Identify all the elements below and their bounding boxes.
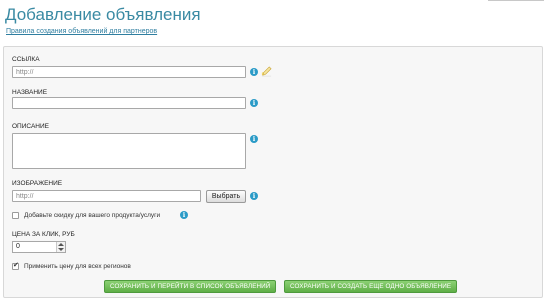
stepper-buttons bbox=[56, 242, 65, 252]
all-regions-label: Применить цену для всех регионов bbox=[24, 263, 131, 270]
choose-image-button[interactable]: Выбрать bbox=[206, 190, 246, 203]
decrement-icon[interactable] bbox=[58, 248, 64, 251]
image-info-icon[interactable]: i bbox=[250, 192, 258, 200]
save-and-create-button[interactable]: СОХРАНИТЬ И СОЗДАТЬ ЕЩЕ ОДНО ОБЪЯВЛЕНИЕ bbox=[284, 280, 458, 293]
image-url-input[interactable] bbox=[12, 190, 201, 202]
price-label: ЦЕНА ЗА КЛИК, РУБ bbox=[12, 231, 75, 238]
image-label: ИЗОБРАЖЕНИЕ bbox=[12, 180, 63, 187]
link-label: ССЫЛКА bbox=[12, 56, 40, 63]
link-input[interactable] bbox=[12, 66, 246, 78]
partner-rules-link[interactable]: Правила создания объявлений для партнеро… bbox=[6, 28, 157, 35]
discount-info-icon[interactable]: i bbox=[180, 211, 188, 219]
all-regions-checkbox[interactable] bbox=[12, 261, 19, 270]
description-info-icon[interactable]: i bbox=[250, 135, 258, 143]
description-label: ОПИСАНИЕ bbox=[12, 123, 49, 130]
name-info-icon[interactable]: i bbox=[250, 99, 258, 107]
discount-label: Добавьте скидку для вашего продукта/услу… bbox=[24, 212, 161, 219]
pencil-icon[interactable] bbox=[261, 66, 272, 77]
name-label: НАЗВАНИЕ bbox=[12, 89, 48, 96]
name-input[interactable] bbox=[12, 97, 246, 109]
increment-icon[interactable] bbox=[58, 243, 64, 246]
link-info-icon[interactable]: i bbox=[250, 68, 258, 76]
page-title: Добавление объявления bbox=[5, 5, 201, 24]
ad-form-panel: ССЫЛКА i НАЗВАНИЕ i ОПИСАНИЕ i ИЗОБРАЖЕН… bbox=[3, 46, 543, 298]
price-stepper[interactable]: 0 bbox=[12, 241, 66, 253]
save-and-list-button[interactable]: СОХРАНИТЬ И ПЕРЕЙТИ В СПИСОК ОБЪЯВЛЕНИЙ bbox=[104, 280, 277, 293]
description-textarea[interactable] bbox=[12, 133, 246, 169]
price-value: 0 bbox=[16, 243, 20, 250]
discount-checkbox[interactable] bbox=[12, 212, 19, 219]
top-divider bbox=[488, 0, 544, 1]
